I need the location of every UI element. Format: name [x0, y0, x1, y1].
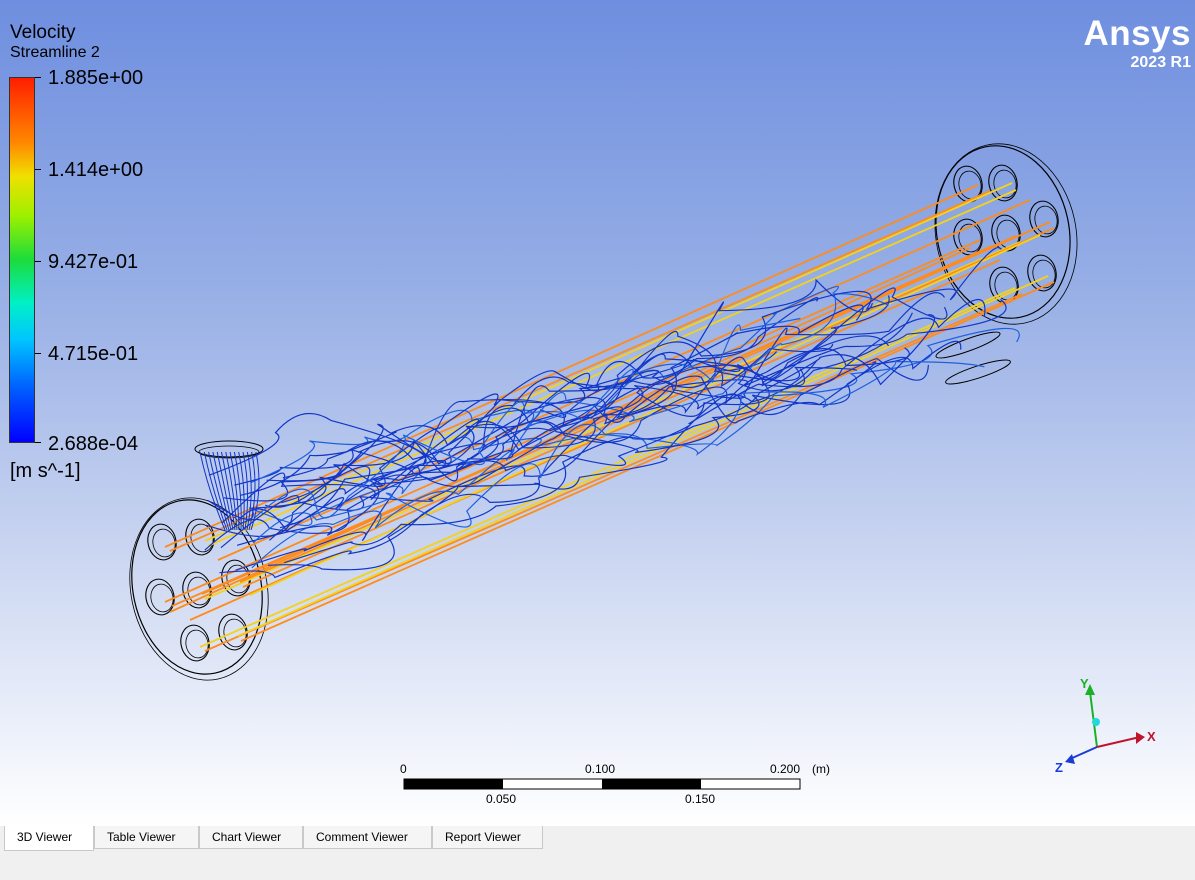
version-label: 2023 R1 [1130, 54, 1192, 71]
scale-unit: (m) [812, 762, 830, 776]
colorbar-label: 9.427e-01 [48, 251, 139, 273]
x-axis-arrow [1136, 732, 1145, 744]
tab-chart-viewer[interactable]: Chart Viewer [199, 826, 303, 849]
colorbar-label-max: 1.885e+00 [48, 67, 144, 89]
scale-bar [403, 778, 801, 790]
tube-streamline [237, 275, 1049, 637]
tube-streamlines [164, 182, 1055, 652]
z-axis-line [1069, 746, 1098, 760]
inlet-nozzle-rim [198, 445, 260, 459]
z-axis-arrow [1065, 754, 1075, 764]
triad-center [1092, 718, 1100, 726]
ansys-logo: Ansys [1083, 14, 1191, 53]
y-axis-label: Y [1080, 676, 1089, 691]
tab-report-viewer[interactable]: Report Viewer [432, 826, 543, 849]
3d-viewport[interactable]: X Y Z Velocity Streamline 2 1.885e+00 1.41… [0, 0, 1195, 826]
heat-exchanger-geometry [129, 143, 1078, 681]
shell-streamline [282, 361, 877, 479]
colorbar-label: 1.414e+00 [48, 159, 144, 181]
colorbar-tick [35, 353, 41, 354]
colorbar-tick [35, 77, 41, 78]
z-axis-label: Z [1055, 760, 1063, 775]
axis-triad[interactable]: X Y Z [1055, 676, 1156, 775]
heat-exchanger-scene[interactable]: X Y Z [0, 0, 1195, 826]
scale-label: 0.200 [770, 762, 801, 776]
scale-label: 0.100 [585, 762, 616, 776]
scale-label: 0.050 [486, 792, 517, 806]
tab-comment-viewer[interactable]: Comment Viewer [303, 826, 432, 849]
colorbar-label: 4.715e-01 [48, 343, 139, 365]
legend-title: Velocity [10, 22, 76, 43]
tube-streamline [249, 234, 1041, 596]
legend-units: [m s^-1] [10, 460, 81, 482]
tube-streamline [169, 247, 971, 613]
colorbar-tick [35, 261, 41, 262]
scale-label: 0.150 [685, 792, 716, 806]
viewer-tab-bar: 3D Viewer Table Viewer Chart Viewer Comm… [0, 826, 1195, 880]
colorbar-label-min: 2.688e-04 [48, 433, 139, 455]
scale-label: 0 [400, 762, 407, 776]
tube-streamline [240, 281, 1055, 642]
inlet-jet-line [208, 451, 230, 531]
tube-streamline [239, 221, 1051, 583]
shell-streamline [223, 366, 858, 502]
legend-subtitle: Streamline 2 [10, 44, 100, 61]
tab-3d-viewer[interactable]: 3D Viewer [4, 826, 94, 851]
colorbar-tick [35, 442, 41, 443]
velocity-colorbar [9, 77, 35, 443]
x-axis-line [1096, 736, 1141, 748]
x-axis-label: X [1147, 729, 1156, 744]
outlet-nozzle-rim [945, 359, 1011, 385]
tab-table-viewer[interactable]: Table Viewer [94, 826, 199, 849]
colorbar-tick [35, 169, 41, 170]
